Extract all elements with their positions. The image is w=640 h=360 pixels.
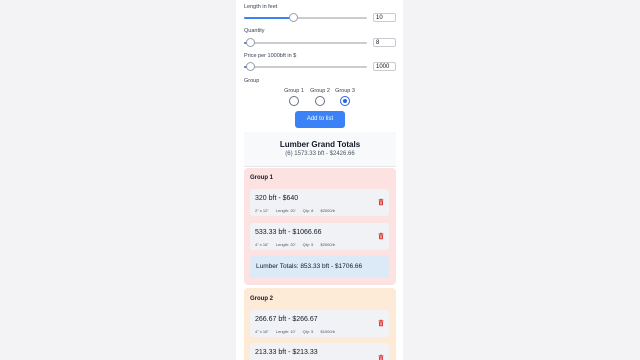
- slider-fill: [244, 17, 294, 19]
- item-details: 2" x 12" Length: 20' Qty: 8 $2000/b: [255, 208, 341, 213]
- grand-totals-title: Lumber Grand Totals: [279, 140, 361, 149]
- radio-label: Group 3: [335, 88, 355, 94]
- item-details: 4" x 16" Length: 20' Qty: 5 $2000/b: [255, 242, 341, 247]
- slider-track: [244, 66, 367, 68]
- item-price: $2000/b: [320, 208, 335, 213]
- slider-thumb[interactable]: [246, 38, 256, 47]
- group-label: Group: [244, 78, 260, 84]
- item-quantity: Qty: 8: [302, 208, 314, 213]
- length-slider[interactable]: [244, 13, 367, 22]
- item-quantity: Qty: 5: [302, 329, 314, 334]
- grand-totals-card: Lumber Grand Totals (6) 1573.33 bft - $2…: [244, 132, 396, 167]
- trash-icon[interactable]: [378, 198, 384, 206]
- calculator-panel: Length in feet 10 Quantity 8 Price per 1…: [236, 0, 403, 360]
- item-details: 4" x 16" Length: 10' Qty: 5 $1000/b: [255, 329, 341, 334]
- length-input[interactable]: 10: [373, 13, 396, 22]
- trash-icon[interactable]: [378, 319, 384, 327]
- price-label: Price per 1000bft in $: [244, 53, 297, 59]
- item-dimensions: 4" x 16": [255, 329, 269, 334]
- radio-button[interactable]: [289, 96, 299, 106]
- item-summary: 266.67 bft - $266.67: [255, 316, 318, 323]
- trash-icon[interactable]: [378, 354, 384, 360]
- list-item: 266.67 bft - $266.67 4" x 16" Length: 10…: [250, 310, 389, 337]
- quantity-input[interactable]: 8: [373, 38, 396, 47]
- radio-button[interactable]: [315, 96, 325, 106]
- length-label: Length in feet: [244, 4, 278, 10]
- item-length: Length: 10': [275, 329, 296, 334]
- price-slider[interactable]: [244, 62, 367, 71]
- group-total: Lumber Totals: 853.33 bft - $1706.66: [250, 256, 389, 278]
- list-item: 213.33 bft - $213.33: [250, 343, 389, 360]
- group-card: Group 2 266.67 bft - $266.67 4" x 16" Le…: [244, 288, 396, 360]
- item-summary: 533.33 bft - $1066.66: [255, 229, 322, 236]
- price-input[interactable]: 1000: [373, 62, 396, 71]
- grand-totals-summary: (6) 1573.33 bft - $2426.66: [285, 151, 355, 157]
- add-to-list-button[interactable]: Add to list: [295, 111, 345, 128]
- item-summary: 320 bft - $640: [255, 195, 299, 202]
- group-option-3[interactable]: Group 3: [330, 88, 360, 106]
- quantity-slider[interactable]: [244, 38, 367, 47]
- slider-thumb[interactable]: [246, 62, 256, 71]
- slider-track: [244, 42, 367, 44]
- radio-button[interactable]: [340, 96, 350, 106]
- item-price: $1000/b: [320, 329, 335, 334]
- item-price: $2000/b: [320, 242, 335, 247]
- item-summary: 213.33 bft - $213.33: [255, 349, 318, 356]
- trash-icon[interactable]: [378, 232, 384, 240]
- quantity-label: Quantity: [244, 28, 265, 34]
- item-length: Length: 20': [275, 242, 296, 247]
- group-title: Group 1: [250, 175, 274, 181]
- group-card: Group 1 320 bft - $640 2" x 12" Length: …: [244, 168, 396, 285]
- item-length: Length: 20': [275, 208, 296, 213]
- item-dimensions: 2" x 12": [255, 208, 269, 213]
- group-title: Group 2: [250, 296, 274, 302]
- item-dimensions: 4" x 16": [255, 242, 269, 247]
- item-quantity: Qty: 5: [302, 242, 314, 247]
- slider-thumb[interactable]: [289, 13, 299, 22]
- list-item: 533.33 bft - $1066.66 4" x 16" Length: 2…: [250, 223, 389, 250]
- list-item: 320 bft - $640 2" x 12" Length: 20' Qty:…: [250, 189, 389, 216]
